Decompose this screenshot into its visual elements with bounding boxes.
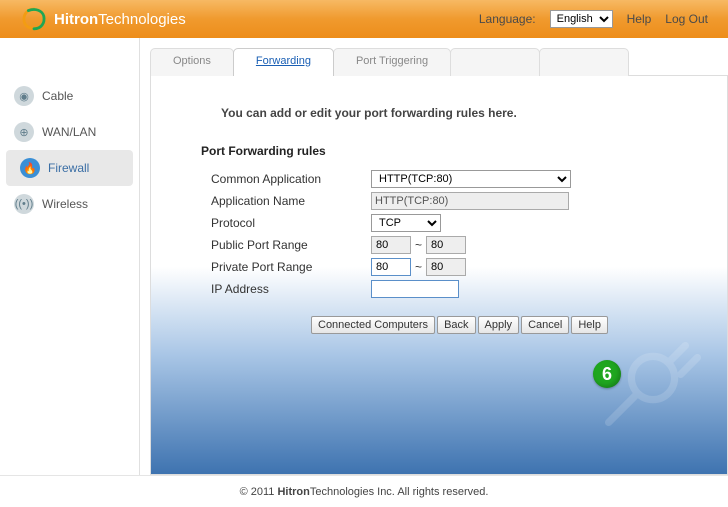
tab-empty-1 xyxy=(450,48,540,76)
network-icon: ⊕ xyxy=(14,122,34,142)
public-port-from[interactable] xyxy=(371,236,411,254)
tab-forwarding[interactable]: Forwarding xyxy=(233,48,334,76)
tab-options[interactable]: Options xyxy=(150,48,234,76)
private-port-to[interactable] xyxy=(426,258,466,276)
sidebar-item-wanlan[interactable]: ⊕ WAN/LAN xyxy=(0,114,139,150)
common-app-select[interactable]: HTTP(TCP:80) xyxy=(371,170,571,188)
sidebar-item-label: Firewall xyxy=(48,161,89,175)
label-public-range: Public Port Range xyxy=(211,238,371,252)
public-port-to[interactable] xyxy=(426,236,466,254)
sidebar: ◉ Cable ⊕ WAN/LAN 🔥 Firewall ((•)) Wirel… xyxy=(0,38,140,475)
sidebar-item-label: WAN/LAN xyxy=(42,125,96,139)
sidebar-item-firewall[interactable]: 🔥 Firewall xyxy=(6,150,133,186)
footer-text: © 2011 HitronTechnologies Inc. All right… xyxy=(240,486,489,498)
app-name-input[interactable] xyxy=(371,192,569,210)
brand-logo: HitronTechnologies xyxy=(20,5,186,33)
brand-text: HitronTechnologies xyxy=(54,11,186,28)
sidebar-item-wireless[interactable]: ((•)) Wireless xyxy=(0,186,139,222)
help-link[interactable]: Help xyxy=(627,12,652,26)
firewall-icon: 🔥 xyxy=(20,158,40,178)
sidebar-item-cable[interactable]: ◉ Cable xyxy=(0,78,139,114)
intro-text: You can add or edit your port forwarding… xyxy=(221,106,697,120)
brand-light: Technologies xyxy=(98,11,186,28)
label-protocol: Protocol xyxy=(211,216,371,230)
ip-address-input[interactable] xyxy=(371,280,459,298)
content-panel: You can add or edit your port forwarding… xyxy=(150,76,728,475)
tab-bar: Options Forwarding Port Triggering xyxy=(150,48,728,76)
connected-computers-button[interactable]: Connected Computers xyxy=(311,316,435,334)
cable-icon: ◉ xyxy=(14,86,34,106)
private-port-from[interactable] xyxy=(371,258,411,276)
language-select[interactable]: English xyxy=(550,10,613,28)
port-forward-form: Common Application HTTP(TCP:80) Applicat… xyxy=(211,170,697,298)
section-title: Port Forwarding rules xyxy=(201,144,697,158)
brand-bold: Hitron xyxy=(54,11,98,28)
logout-link[interactable]: Log Out xyxy=(665,12,708,26)
back-button[interactable]: Back xyxy=(437,316,475,334)
tilde-sep: ~ xyxy=(415,260,422,274)
footer: © 2011 HitronTechnologies Inc. All right… xyxy=(0,475,728,507)
apply-button[interactable]: Apply xyxy=(478,316,520,334)
tab-port-triggering[interactable]: Port Triggering xyxy=(333,48,451,76)
sidebar-item-label: Wireless xyxy=(42,197,88,211)
header-bar: HitronTechnologies Language: English Hel… xyxy=(0,0,728,38)
main-area: Options Forwarding Port Triggering You c… xyxy=(140,38,728,475)
label-app-name: Application Name xyxy=(211,194,371,208)
swirl-logo-icon xyxy=(20,5,48,33)
language-label: Language: xyxy=(479,12,536,26)
tab-empty-2 xyxy=(539,48,629,76)
label-common-app: Common Application xyxy=(211,172,371,186)
label-private-range: Private Port Range xyxy=(211,260,371,274)
plug-watermark-icon xyxy=(587,324,707,444)
sidebar-item-label: Cable xyxy=(42,89,73,103)
cancel-button[interactable]: Cancel xyxy=(521,316,569,334)
protocol-select[interactable]: TCP xyxy=(371,214,441,232)
label-ip: IP Address xyxy=(211,282,371,296)
wireless-icon: ((•)) xyxy=(14,194,34,214)
header-right: Language: English Help Log Out xyxy=(479,10,708,28)
tab-spacer xyxy=(628,48,728,76)
tilde-sep: ~ xyxy=(415,238,422,252)
